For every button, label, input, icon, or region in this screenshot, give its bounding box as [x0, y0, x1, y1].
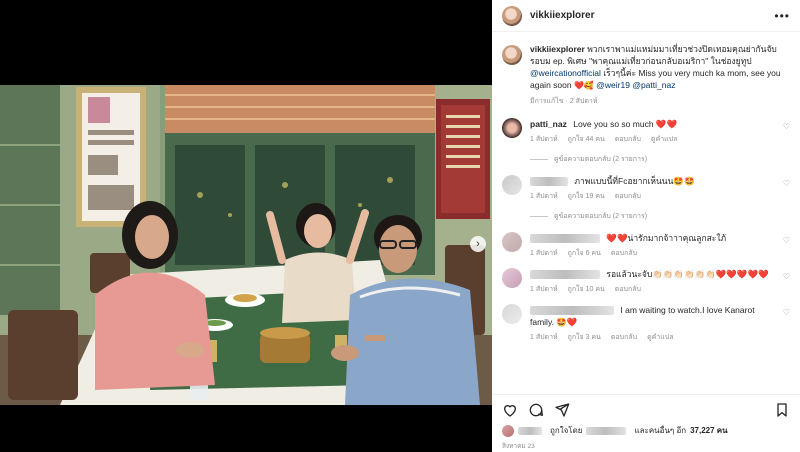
comment-likes[interactable]: ถูกใจ 44 คน	[568, 134, 605, 146]
divider-line	[530, 216, 548, 217]
comment-reply-button[interactable]: ตอบกลับ	[611, 332, 637, 344]
comment-text: ภาพแบบนี้ที่Fcอยากเห็นนน🤩🤩	[574, 176, 695, 186]
comment-username-blurred[interactable]	[530, 270, 600, 280]
heart-icon[interactable]: ♡	[783, 179, 790, 188]
comment-likes[interactable]: ถูกใจ 19 คน	[568, 191, 605, 203]
chevron-right-icon: ›	[476, 238, 480, 250]
comment-likes[interactable]: ถูกใจ 3 คน	[568, 332, 601, 344]
view-replies-label: ดูข้อความตอบกลับ (2 รายการ)	[554, 213, 648, 220]
bookmark-icon[interactable]	[774, 402, 790, 418]
comment-item: ❤️❤️น่ารักมากจ้าาาคุณลูกสะใภ้ 1 สัปดาห์ …	[502, 232, 790, 260]
view-replies-button[interactable]: ดูข้อความตอบกลับ (2 รายการ)	[530, 211, 790, 222]
more-icon[interactable]: •••	[774, 9, 790, 23]
comment-translate-button[interactable]: ดูคำแปล	[651, 134, 677, 146]
comment-item: patti_naz Love you so so much ❤️❤️ 1 สัป…	[502, 118, 790, 146]
heart-icon[interactable]	[502, 402, 518, 418]
caption-mention-weir19[interactable]: @weir19	[596, 80, 630, 90]
post-photo	[0, 85, 492, 405]
comment-item: I am waiting to watch.I love Kanarot fam…	[502, 304, 790, 344]
comment-reply-button[interactable]: ตอบกลับ	[615, 191, 641, 203]
comment-likes[interactable]: ถูกใจ 10 คน	[568, 284, 605, 296]
comment-text: Love you so so much ❤️❤️	[573, 119, 678, 129]
comment-item: ภาพแบบนี้ที่Fcอยากเห็นนน🤩🤩 1 สัปดาห์ ถูก…	[502, 175, 790, 203]
comment-avatar[interactable]	[502, 175, 522, 195]
next-photo-button[interactable]: ›	[470, 236, 486, 252]
heart-icon[interactable]: ♡	[783, 272, 790, 281]
caption: vikkiiexplorer พวกเราพาแม่แหม่มมาเที่ยวช…	[502, 43, 790, 108]
comment-likes[interactable]: ถูกใจ 6 คน	[568, 248, 601, 260]
divider-line	[530, 159, 548, 160]
comment-translate-button[interactable]: ดูคำแปล	[647, 332, 673, 344]
caption-emoji: ❤️🥰	[573, 81, 594, 90]
comment-avatar[interactable]	[502, 304, 522, 324]
author-avatar[interactable]	[502, 5, 522, 26]
comment-avatar[interactable]	[502, 118, 522, 138]
caption-meta: มีการแก้ไข · 2 สัปดาห์	[530, 98, 598, 105]
comment-reply-button[interactable]: ตอบกลับ	[615, 134, 641, 146]
liked-by-prefix: ถูกใจโดย	[550, 426, 583, 435]
view-replies-label: ดูข้อความตอบกลับ (2 รายการ)	[554, 156, 648, 163]
post-header: vikkiiexplorer •••	[492, 0, 800, 32]
comment-time[interactable]: 1 สัปดาห์	[530, 332, 558, 344]
caption-avatar[interactable]	[502, 45, 522, 65]
post-side-panel: vikkiiexplorer ••• vikkiiexplorer พวกเรา…	[492, 0, 800, 452]
restaurant-photo-image	[0, 85, 492, 405]
likes-summary[interactable]: ถูกใจโดย และคนอื่นๆ อีก 37,227 คน	[502, 424, 790, 437]
action-bar	[502, 401, 790, 419]
post-footer: ถูกใจโดย และคนอื่นๆ อีก 37,227 คน สิงหาค…	[492, 394, 800, 452]
comment-username-blurred[interactable]	[530, 234, 600, 244]
comment-time[interactable]: 1 สัปดาห์	[530, 284, 558, 296]
heart-icon[interactable]: ♡	[783, 236, 790, 245]
view-replies-button[interactable]: ดูข้อความตอบกลับ (2 รายการ)	[530, 154, 790, 165]
liker-name-blurred	[518, 426, 542, 435]
heart-icon[interactable]: ♡	[783, 308, 790, 317]
comment-username[interactable]: patti_naz	[530, 119, 567, 129]
comment-username-blurred[interactable]	[530, 177, 568, 187]
comment-reply-button[interactable]: ตอบกลับ	[615, 284, 641, 296]
comment-avatar[interactable]	[502, 232, 522, 252]
comment-time[interactable]: 1 สัปดาห์	[530, 134, 558, 146]
share-icon[interactable]	[554, 402, 570, 418]
comment-icon[interactable]	[528, 402, 544, 418]
likes-count[interactable]: 37,227 คน	[690, 424, 728, 437]
comments-scroll-area[interactable]: vikkiiexplorer พวกเราพาแม่แหม่มมาเที่ยวช…	[492, 33, 800, 394]
comment-time[interactable]: 1 สัปดาห์	[530, 191, 558, 203]
caption-mention-patti[interactable]: @patti_naz	[632, 80, 675, 90]
comment-time[interactable]: 1 สัปดาห์	[530, 248, 558, 260]
post-media: ›	[0, 0, 492, 452]
author-username[interactable]: vikkiiexplorer	[530, 10, 774, 21]
heart-icon[interactable]: ♡	[783, 122, 790, 131]
comment-username-blurred[interactable]	[530, 306, 614, 316]
caption-link-weircation[interactable]: @weircationofficial	[530, 68, 601, 78]
post-date: สิงหาคม 23	[502, 443, 535, 450]
comment-item: รอแล้วนะจับ👏🏻👏🏻👏🏻👏🏻👏🏻👏🏻❤️❤️❤️❤️❤️ 1 สัปด…	[502, 268, 790, 296]
liker-name-blurred	[586, 426, 627, 435]
comment-reply-button[interactable]: ตอบกลับ	[611, 248, 637, 260]
caption-username[interactable]: vikkiiexplorer	[530, 44, 585, 54]
comment-text: ❤️❤️น่ารักมากจ้าาาคุณลูกสะใภ้	[606, 233, 727, 243]
liked-by-suffix: และคนอื่นๆ อีก	[634, 426, 687, 435]
liker-avatar	[502, 424, 514, 437]
comment-text: รอแล้วนะจับ👏🏻👏🏻👏🏻👏🏻👏🏻👏🏻❤️❤️❤️❤️❤️	[606, 269, 769, 279]
comment-avatar[interactable]	[502, 268, 522, 288]
